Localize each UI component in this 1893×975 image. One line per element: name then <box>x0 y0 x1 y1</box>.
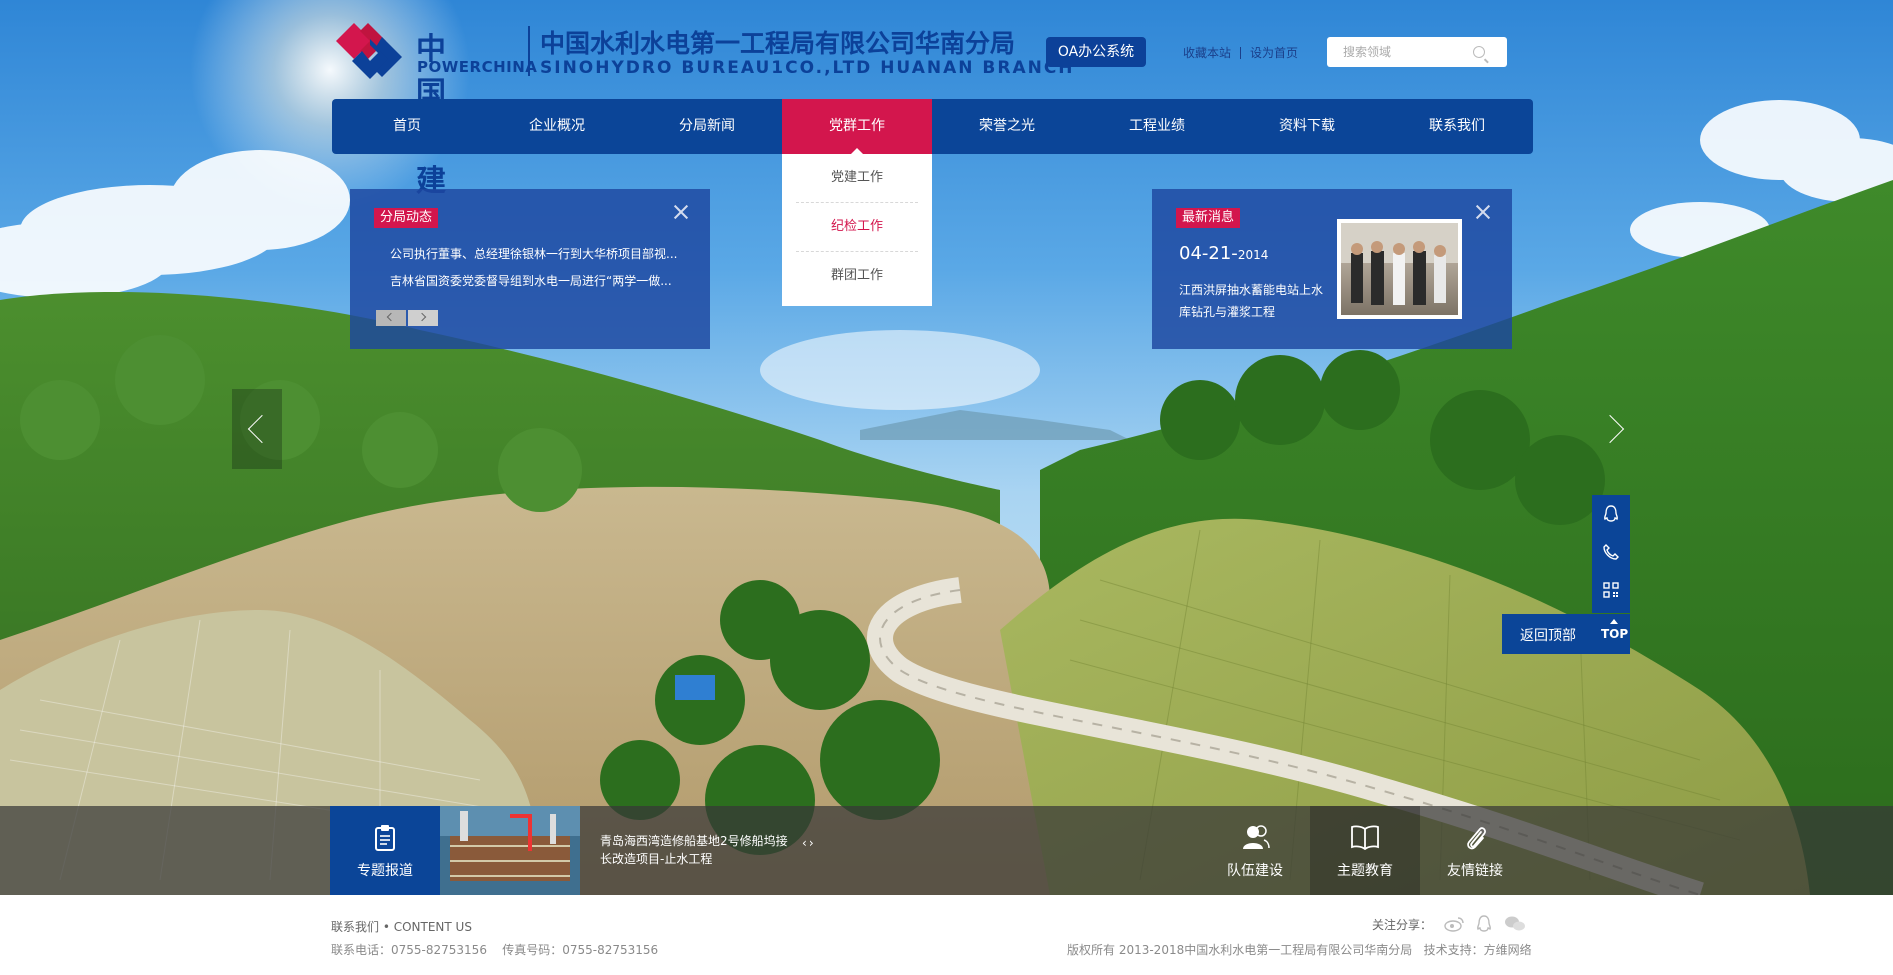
site-logo[interactable]: 中国电建 POWERCHINA 中国水利水电第一工程局有限公司华南分局 SINO… <box>334 20 1073 199</box>
footer-contact-info: 联系电话：0755-82753156 传真号码：0755-82753156 <box>331 943 659 957</box>
side-toolbar <box>1592 495 1630 613</box>
friendly-links-label: 友情链接 <box>1447 863 1503 879</box>
branch-news-tag: 分局动态 <box>374 208 439 228</box>
close-icon[interactable] <box>672 203 690 221</box>
theme-education-label: 主题教育 <box>1337 863 1393 879</box>
company-subtitle: SINOHYDRO BUREAU1CO.,LTD HUANAN BRANCH <box>540 58 1075 78</box>
site-footer: 联系我们 • CONTENT US 联系电话：0755-82753156 传真号… <box>0 895 1893 975</box>
nav-item-downloads[interactable]: 资料下载 <box>1232 99 1382 154</box>
nav-item-party-work[interactable]: 党群工作 <box>782 99 932 154</box>
nav-item-news[interactable]: 分局新闻 <box>632 99 782 154</box>
news-pager <box>376 310 438 326</box>
branch-news-panel: 分局动态 公司执行董事、总经理徐银林一行到大华桥项目部视... 吉林省国资委党委… <box>350 189 710 349</box>
bottom-news-pager: ‹ › <box>802 836 816 850</box>
qrcode-button[interactable] <box>1592 571 1630 609</box>
bookmark-link[interactable]: 收藏本站 <box>1183 44 1231 61</box>
main-nav: 首页 企业概况 分局新闻 党群工作 荣誉之光 工程业绩 资料下载 联系我们 <box>332 99 1533 154</box>
logo-divider <box>528 26 530 76</box>
close-icon[interactable] <box>1474 203 1492 221</box>
clipboard-icon <box>375 825 395 851</box>
oa-system-button[interactable]: OA办公系统 <box>1046 37 1146 67</box>
paperclip-icon <box>1467 827 1486 850</box>
bottom-bar <box>0 806 1893 895</box>
slider-prev-button[interactable] <box>232 389 282 469</box>
qq-icon <box>1604 505 1618 522</box>
shipyard-thumbnail[interactable] <box>440 806 580 895</box>
dropdown-item-party-building[interactable]: 党建工作 <box>782 154 932 202</box>
set-homepage-link[interactable]: 设为首页 <box>1250 44 1298 61</box>
nav-item-overview[interactable]: 企业概况 <box>482 99 632 154</box>
link-divider <box>1240 46 1242 59</box>
nav-item-projects[interactable]: 工程业绩 <box>1082 99 1232 154</box>
news-date: 04-21-2014 <box>1179 243 1268 264</box>
search-input[interactable] <box>1327 37 1467 67</box>
search-box <box>1327 37 1507 67</box>
news-list-item[interactable]: 吉林省国资委党委督导组到水电一局进行“两学一做... <box>390 272 690 289</box>
theme-education-button[interactable]: 主题教育 <box>1310 806 1420 895</box>
party-work-dropdown: 党建工作 纪检工作 群团工作 <box>782 154 932 306</box>
latest-news-panel: 最新消息 04-21-2014 江西洪屏抽水蓄能电站上水库钻孔与灌浆工程 <box>1152 189 1512 349</box>
news-photo-image <box>1341 223 1458 315</box>
search-icon[interactable] <box>1473 46 1485 58</box>
latest-news-text[interactable]: 江西洪屏抽水蓄能电站上水库钻孔与灌浆工程 <box>1179 279 1329 323</box>
logo-english-name: POWERCHINA <box>417 58 538 76</box>
company-title: 中国水利水电第一工程局有限公司华南分局 <box>540 29 1016 58</box>
slider-next-button[interactable] <box>1590 389 1640 469</box>
book-icon <box>1351 825 1379 850</box>
phone-icon <box>1603 544 1619 560</box>
friendly-links-button[interactable]: 友情链接 <box>1420 806 1530 895</box>
next-news-button[interactable] <box>408 310 438 326</box>
chevron-right-icon <box>1595 414 1625 444</box>
top-links: 收藏本站 设为首页 <box>1183 44 1298 61</box>
nav-item-contact[interactable]: 联系我们 <box>1382 99 1532 154</box>
team-building-button[interactable]: 队伍建设 <box>1200 806 1310 895</box>
back-to-top-button[interactable]: 返回顶部 TOP <box>1502 614 1630 654</box>
qrcode-icon <box>1603 582 1619 598</box>
special-report-button[interactable]: 专题报道 <box>330 806 440 895</box>
footer-copyright: 版权所有 2013-2018中国水利水电第一工程局有限公司华南分局 技术支持：方… <box>1067 943 1532 957</box>
news-photo[interactable] <box>1337 219 1462 319</box>
chevron-left-icon <box>247 414 277 444</box>
back-to-top-label: 返回顶部 <box>1520 628 1576 644</box>
special-report-label: 专题报道 <box>357 863 413 879</box>
dropdown-item-discipline[interactable]: 纪检工作 <box>782 203 932 251</box>
news-date-day: 04-21- <box>1179 243 1238 264</box>
qq-button[interactable] <box>1592 495 1630 533</box>
bottom-next-button[interactable]: › <box>809 836 814 850</box>
nav-item-honors[interactable]: 荣誉之光 <box>932 99 1082 154</box>
news-date-year: 2014 <box>1237 248 1269 262</box>
footer-share: 关注分享： <box>1372 915 1526 933</box>
bottom-prev-button[interactable]: ‹ <box>802 836 807 850</box>
qq-icon[interactable] <box>1476 915 1492 933</box>
prev-news-button[interactable] <box>376 310 406 326</box>
nav-item-home[interactable]: 首页 <box>332 99 482 154</box>
wechat-icon[interactable] <box>1504 915 1526 933</box>
team-building-label: 队伍建设 <box>1227 863 1283 879</box>
phone-button[interactable] <box>1592 533 1630 571</box>
top-icon: TOP <box>1601 619 1629 641</box>
news-list-item[interactable]: 公司执行董事、总经理徐银林一行到大华桥项目部视... <box>390 245 690 262</box>
team-icon <box>1243 825 1270 849</box>
footer-contact-title: 联系我们 • CONTENT US <box>331 920 472 934</box>
powerchina-logo-icon <box>334 21 406 79</box>
dropdown-item-mass-org[interactable]: 群团工作 <box>782 252 932 300</box>
bottom-news-text[interactable]: 青岛海西湾造修船基地2号修船坞接长改造项目-止水工程 <box>600 832 790 868</box>
share-label: 关注分享： <box>1372 917 1433 932</box>
latest-news-tag: 最新消息 <box>1176 208 1241 228</box>
weibo-icon[interactable] <box>1444 916 1464 932</box>
